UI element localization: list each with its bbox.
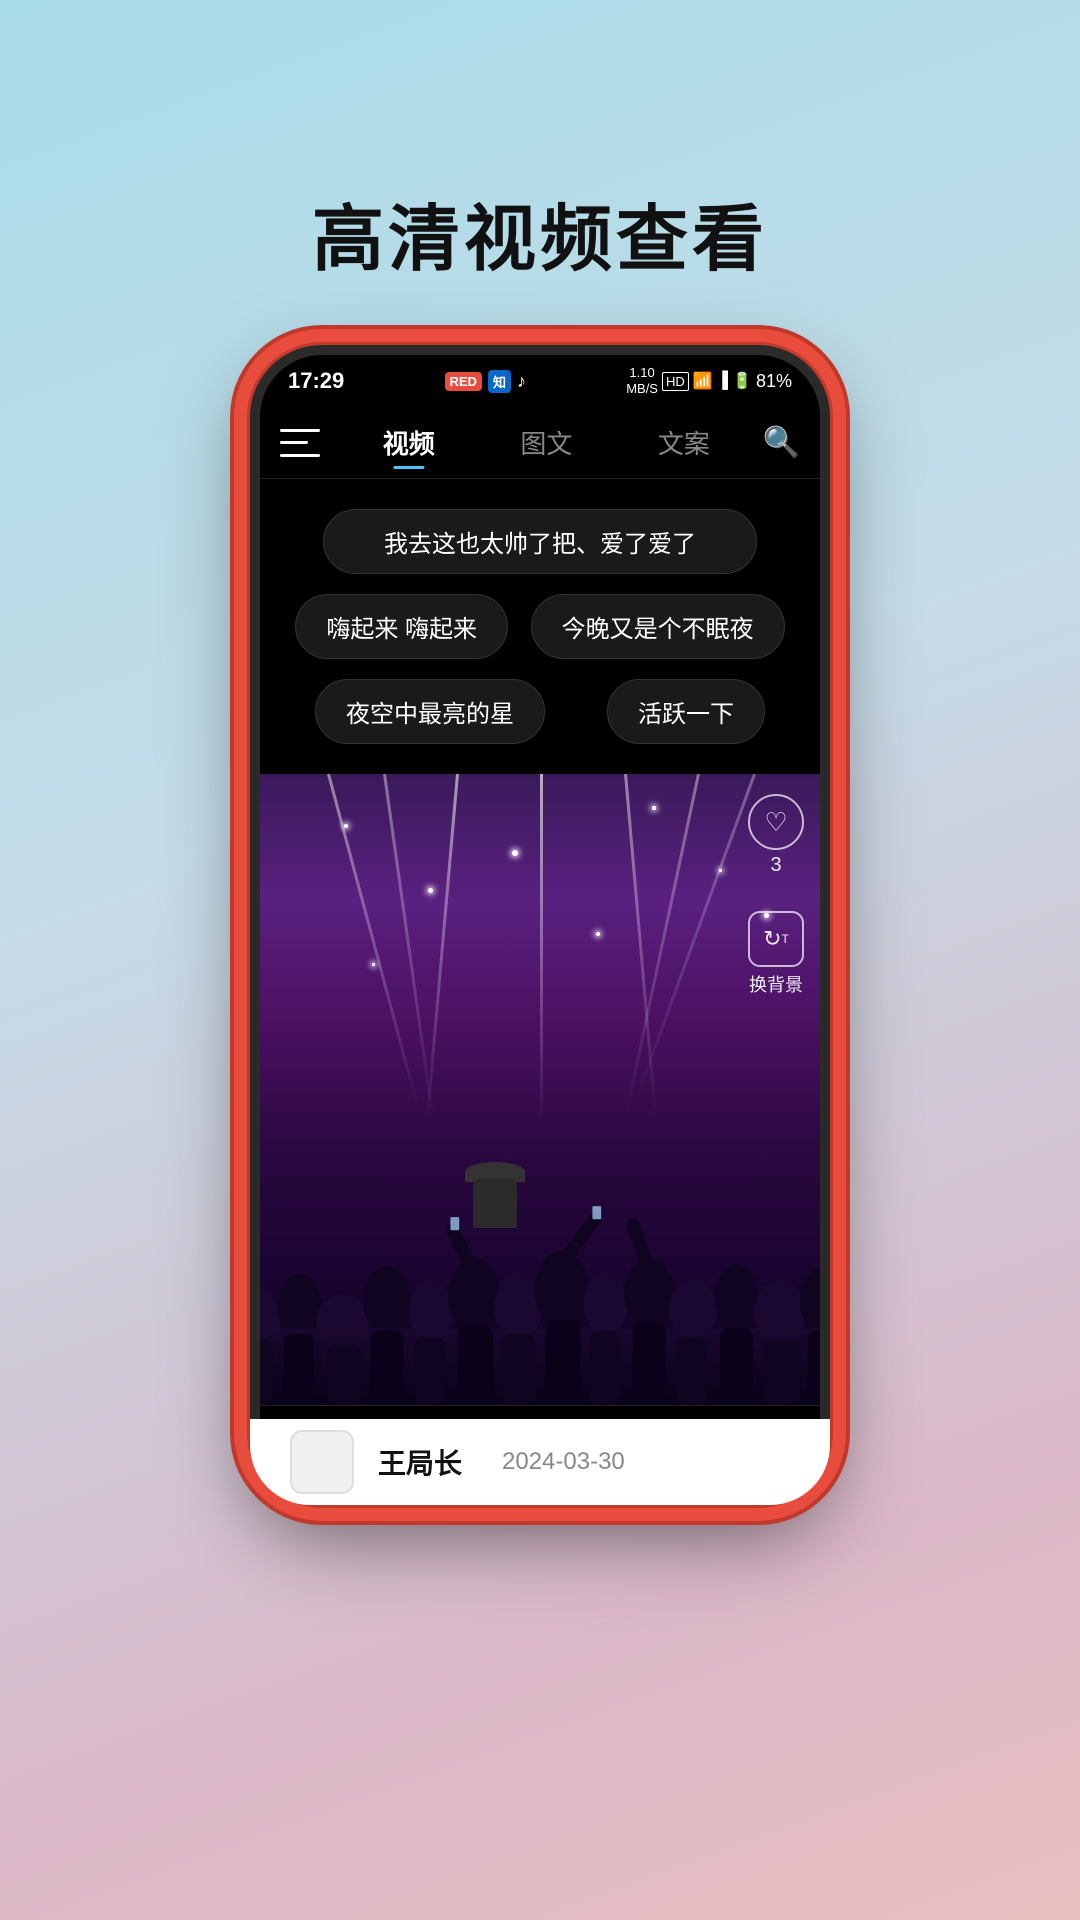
zhihu-icon: 知 [488, 370, 511, 393]
status-right: 1.10MB/S HD 📶 ▐ 🔋 81% [626, 365, 792, 396]
author-bar: 🤝 王局长 2024-03-30 [250, 1419, 830, 1505]
side-actions: ♡ 3 ↻T 换背景 [748, 794, 804, 997]
content-area: 我去这也太帅了把、爱了爱了 嗨起来 嗨起来 今晚又是个不眠夜 夜空中最亮的星 活… [260, 479, 820, 1495]
search-icon[interactable]: 🔍 [763, 425, 800, 460]
hd-badge: HD [662, 372, 689, 391]
battery-icon: 🔋 [732, 371, 752, 391]
tags-area: 我去这也太帅了把、爱了爱了 嗨起来 嗨起来 今晚又是个不眠夜 夜空中最亮的星 活… [260, 479, 820, 774]
tag-3[interactable]: 今晚又是个不眠夜 [531, 594, 785, 659]
like-button[interactable]: ♡ 3 [748, 794, 804, 877]
tag-row-2: 嗨起来 嗨起来 今晚又是个不眠夜 [284, 594, 796, 659]
status-time: 17:29 [288, 368, 344, 394]
wifi-icon: 📶 [693, 371, 713, 391]
heart-icon: ♡ [748, 794, 804, 850]
change-bg-button[interactable]: ↻T 换背景 [748, 901, 804, 997]
tag-2[interactable]: 嗨起来 嗨起来 [295, 594, 508, 659]
battery-percent: 81% [756, 371, 792, 392]
change-bg-label: 换背景 [749, 971, 803, 997]
center-person [465, 1162, 525, 1228]
signal-icon: ▐ [717, 372, 728, 390]
nav-bar: 视频 图文 文案 🔍 [260, 407, 820, 479]
status-bar: 17:29 RED 知 ♪ 1.10MB/S HD 📶 ▐ 🔋 81% [260, 355, 820, 407]
video-area[interactable]: ♡ 3 ↻T 换背景 [260, 774, 820, 1405]
tag-row-1: 我去这也太帅了把、爱了爱了 [284, 509, 796, 574]
tiktok-icon: ♪ [517, 371, 526, 392]
red-icon: RED [445, 372, 482, 391]
page-title: 高清视频查看 [312, 180, 768, 285]
speed-badge: 1.10MB/S [626, 365, 658, 396]
tab-copy[interactable]: 文案 [658, 420, 710, 465]
tab-video[interactable]: 视频 [383, 420, 435, 465]
swap-icon: ↻T [748, 911, 804, 967]
filter-icon[interactable] [280, 425, 320, 461]
author-name: 王局长 [378, 1442, 462, 1482]
tag-5[interactable]: 活跃一下 [607, 679, 765, 744]
author-avatar: 🤝 [290, 1430, 354, 1494]
tab-image-text[interactable]: 图文 [520, 420, 572, 465]
status-icons: RED 知 ♪ [445, 370, 526, 393]
phone-mockup: 17:29 RED 知 ♪ 1.10MB/S HD 📶 ▐ 🔋 81% [250, 345, 830, 1505]
tag-4[interactable]: 夜空中最亮的星 [315, 679, 545, 744]
tag-1[interactable]: 我去这也太帅了把、爱了爱了 [323, 509, 757, 574]
nav-tabs: 视频 图文 文案 [340, 420, 753, 465]
video-thumbnail [260, 774, 820, 1405]
author-date: 2024-03-30 [502, 1448, 625, 1476]
crowd-silhouette [260, 1121, 820, 1405]
tag-row-3: 夜空中最亮的星 活跃一下 [284, 679, 796, 744]
like-count: 3 [770, 854, 781, 877]
